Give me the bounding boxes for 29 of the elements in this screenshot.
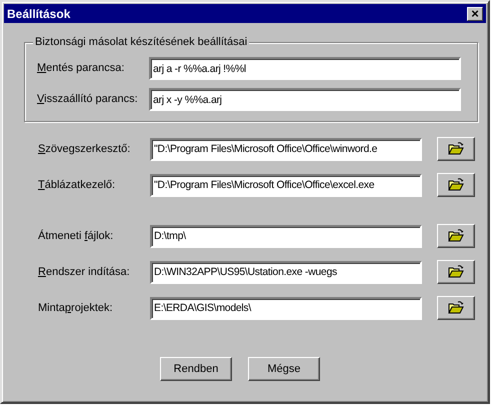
- folder-icon: [448, 301, 464, 315]
- browse-button[interactable]: [437, 224, 475, 248]
- field-label: Mintaprojektek:: [38, 300, 114, 316]
- field-label: Rendszer indítása:: [38, 264, 131, 280]
- text-field[interactable]: arj x -y %%a.arj: [149, 88, 461, 111]
- field-label: Szövegszerkesztő:: [38, 142, 132, 157]
- browse-button[interactable]: [437, 173, 475, 197]
- folder-icon: [448, 229, 464, 243]
- browse-button[interactable]: [437, 296, 475, 320]
- browse-button[interactable]: [437, 260, 475, 284]
- text-field[interactable]: D:\WIN32APP\US95\Ustation.exe -wuegs: [150, 260, 422, 284]
- folder-icon: [448, 178, 464, 192]
- field-label: Mentés parancsa:: [37, 61, 126, 76]
- group-title: Biztonsági másolat készítésének beállításai: [33, 35, 250, 49]
- browse-button[interactable]: [437, 137, 475, 161]
- field-label: Visszaállító parancs:: [37, 92, 139, 108]
- dialog-button[interactable]: Rendben: [160, 357, 232, 381]
- text-field[interactable]: arj a -r %%a.arj !%%l: [149, 57, 461, 80]
- text-field[interactable]: "D:\Program Files\Microsoft Office\Office\excel.exe: [150, 174, 422, 196]
- field-label: Táblázatkezelő:: [38, 178, 116, 193]
- window-title: Beállítások: [7, 6, 70, 22]
- folder-icon: [448, 265, 464, 279]
- text-field[interactable]: E:\ERDA\GIS\models\: [150, 296, 422, 320]
- text-field[interactable]: D:\tmp\: [150, 224, 422, 248]
- text-field[interactable]: "D:\Program Files\Microsoft Office\Office\winword.e: [150, 138, 422, 160]
- folder-icon: [448, 142, 464, 156]
- field-label: Átmeneti fájlok:: [38, 228, 114, 244]
- close-button[interactable]: ×: [467, 6, 483, 20]
- dialog-button[interactable]: Mégse: [248, 357, 320, 381]
